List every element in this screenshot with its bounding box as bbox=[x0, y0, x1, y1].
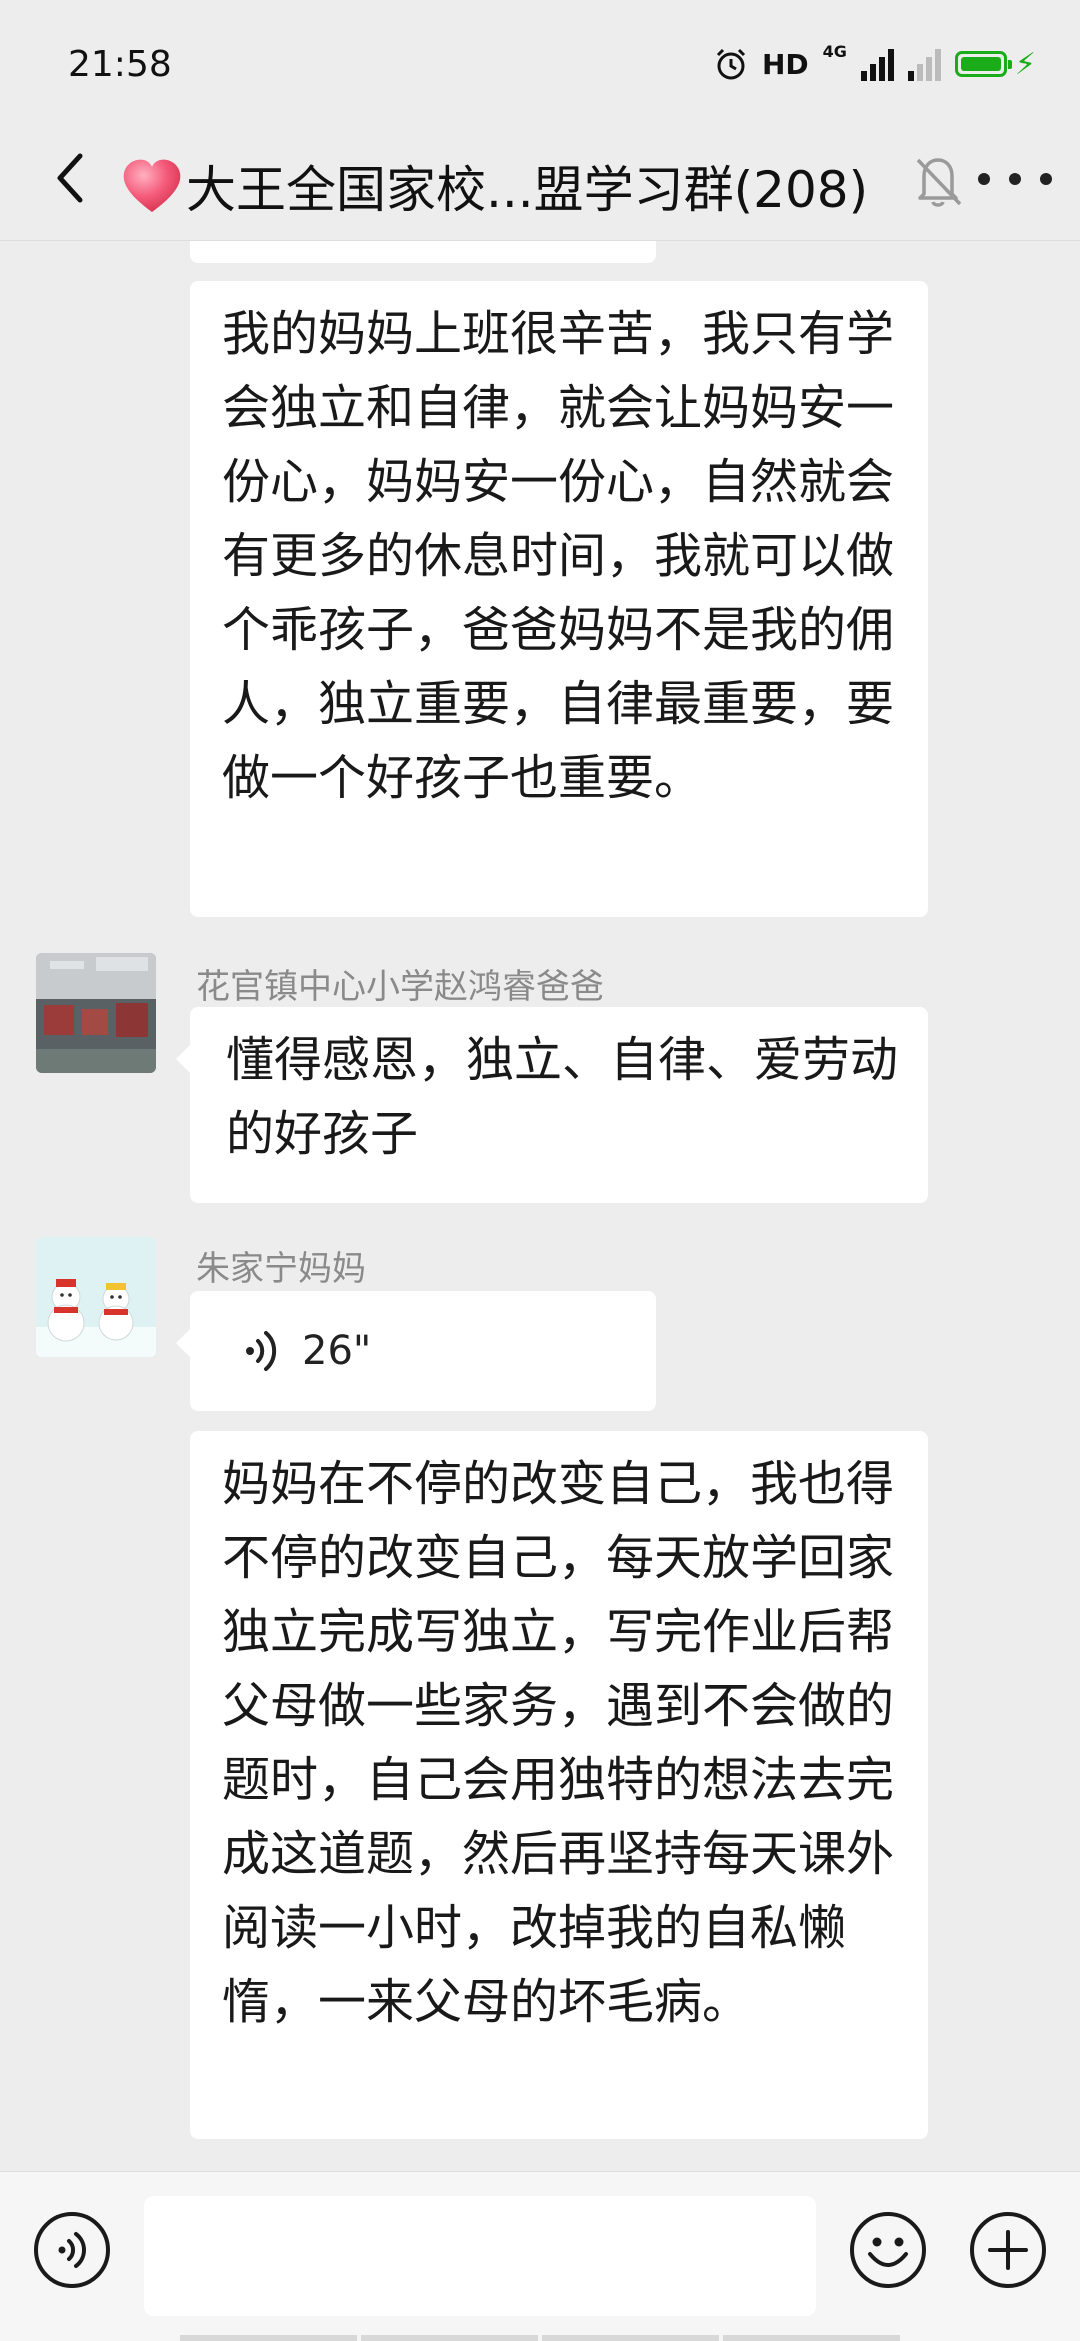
mute-bell-icon bbox=[916, 158, 962, 207]
voice-duration: 26" bbox=[302, 1328, 372, 1374]
partial-message-bubble bbox=[190, 241, 656, 263]
network-type: 4G bbox=[822, 42, 847, 61]
charging-icon: ⚡ bbox=[1014, 46, 1036, 82]
status-icons: HD 4G ⚡ bbox=[714, 42, 1036, 86]
alarm-icon bbox=[716, 48, 746, 80]
message-text: 懂得感恩，独立、自律、爱劳动的好孩子 bbox=[226, 1032, 899, 1162]
chat-title[interactable]: 大王全国家校...盟学习群(208) bbox=[120, 150, 868, 222]
avatar[interactable] bbox=[36, 1237, 156, 1357]
sender-name: 花官镇中心小学赵鸿睿爸爸 bbox=[196, 967, 604, 1007]
back-arrow-icon[interactable] bbox=[36, 142, 108, 214]
hd-indicator: HD bbox=[761, 47, 809, 81]
status-bar: 21:58 HD 4G ⚡ bbox=[0, 0, 1080, 120]
chat-title-text: 大王全国家校...盟学习群(208) bbox=[186, 161, 869, 219]
voice-wave-icon bbox=[246, 1331, 277, 1371]
message-bubble[interactable]: 我的妈妈上班很辛苦，我只有学会独立和自律，就会让妈妈安一份心，妈妈安一份心，自然… bbox=[190, 281, 928, 917]
voice-message-bubble[interactable]: 26" bbox=[176, 1291, 656, 1411]
message-text: 妈妈在不停的改变自己，我也得不停的改变自己，每天放学回家独立完成写独立，写完作业… bbox=[222, 1456, 895, 2030]
signal-2-icon bbox=[907, 47, 941, 81]
battery-icon bbox=[954, 51, 1012, 77]
message-input[interactable] bbox=[144, 2196, 816, 2316]
voice-input-icon[interactable] bbox=[32, 2210, 112, 2290]
more-icon[interactable] bbox=[978, 164, 1052, 194]
status-time: 21:58 bbox=[68, 44, 172, 85]
message-bubble[interactable]: 妈妈在不停的改变自己，我也得不停的改变自己，每天放学回家独立完成写独立，写完作业… bbox=[190, 1431, 928, 2139]
message-text: 我的妈妈上班很辛苦，我只有学会独立和自律，就会让妈妈安一份心，妈妈安一份心，自然… bbox=[222, 306, 895, 806]
input-bar bbox=[0, 2171, 1080, 2341]
plus-icon[interactable] bbox=[968, 2210, 1048, 2290]
emoji-icon[interactable] bbox=[848, 2210, 928, 2290]
heart-icon bbox=[123, 159, 181, 212]
signal-icon bbox=[860, 47, 894, 81]
sender-name: 朱家宁妈妈 bbox=[196, 1249, 366, 1289]
avatar[interactable] bbox=[36, 953, 156, 1073]
message-bubble[interactable]: 懂得感恩，独立、自律、爱劳动的好孩子 bbox=[176, 1007, 928, 1203]
message-list[interactable]: 我的妈妈上班很辛苦，我只有学会独立和自律，就会让妈妈安一份心，妈妈安一份心，自然… bbox=[0, 241, 1080, 2171]
chat-header: 大王全国家校...盟学习群(208) bbox=[0, 120, 1080, 241]
home-indicator bbox=[180, 2335, 900, 2341]
